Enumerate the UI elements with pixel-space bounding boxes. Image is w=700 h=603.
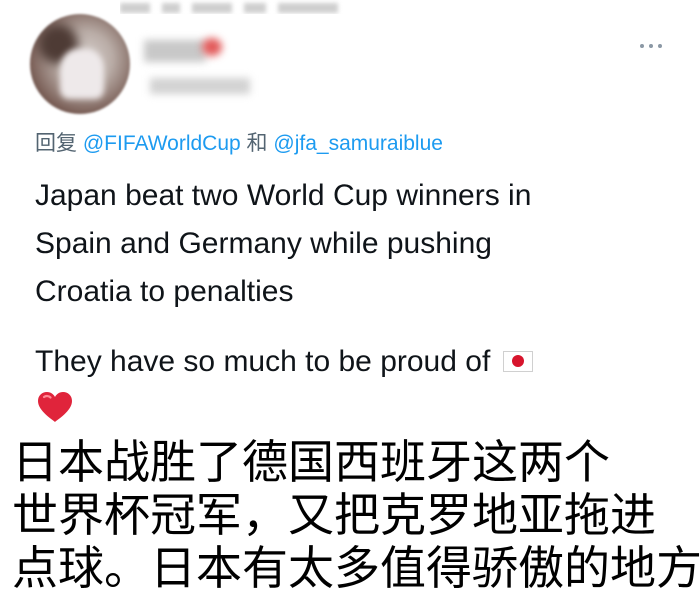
tweet-line-4: They have so much to be proud of [35,345,491,378]
red-heart-icon [38,392,72,422]
reply-prefix: 回复 [35,132,77,155]
reply-context: 回复 @FIFAWorldCup 和 @jfa_samuraiblue [35,130,443,158]
tweet-line-3: Croatia to penalties [35,275,294,308]
tweet-paragraph-2: They have so much to be proud of [35,338,675,386]
tweet-text: Japan beat two World Cup winners in Spai… [35,172,675,386]
caption-line-2: 世界杯冠军，又把克罗地亚拖进 [12,488,656,542]
more-options-icon[interactable] [638,40,664,52]
tweet-paragraph-1: Japan beat two World Cup winners in Spai… [35,172,675,316]
blurred-header-text [120,0,480,14]
tweet-line-2: Spain and Germany while pushing [35,227,492,260]
mention-fifa-world-cup[interactable]: @FIFAWorldCup [83,132,241,155]
avatar[interactable] [30,14,130,114]
caption-line-1: 日本战胜了德国西班牙这两个 [12,435,610,489]
caption-line-3: 点球。日本有太多值得骄傲的地方 [12,541,700,595]
mention-jfa-samurai-blue[interactable]: @jfa_samuraiblue [273,132,443,155]
tweet-line-1: Japan beat two World Cup winners in [35,179,532,212]
blurred-username[interactable] [140,34,270,104]
japan-flag-icon [502,351,533,372]
reply-joiner: 和 [246,132,268,155]
chinese-caption: 日本战胜了德国西班牙这两个 世界杯冠军，又把克罗地亚拖进 点球。日本有太多值得骄… [12,435,700,595]
